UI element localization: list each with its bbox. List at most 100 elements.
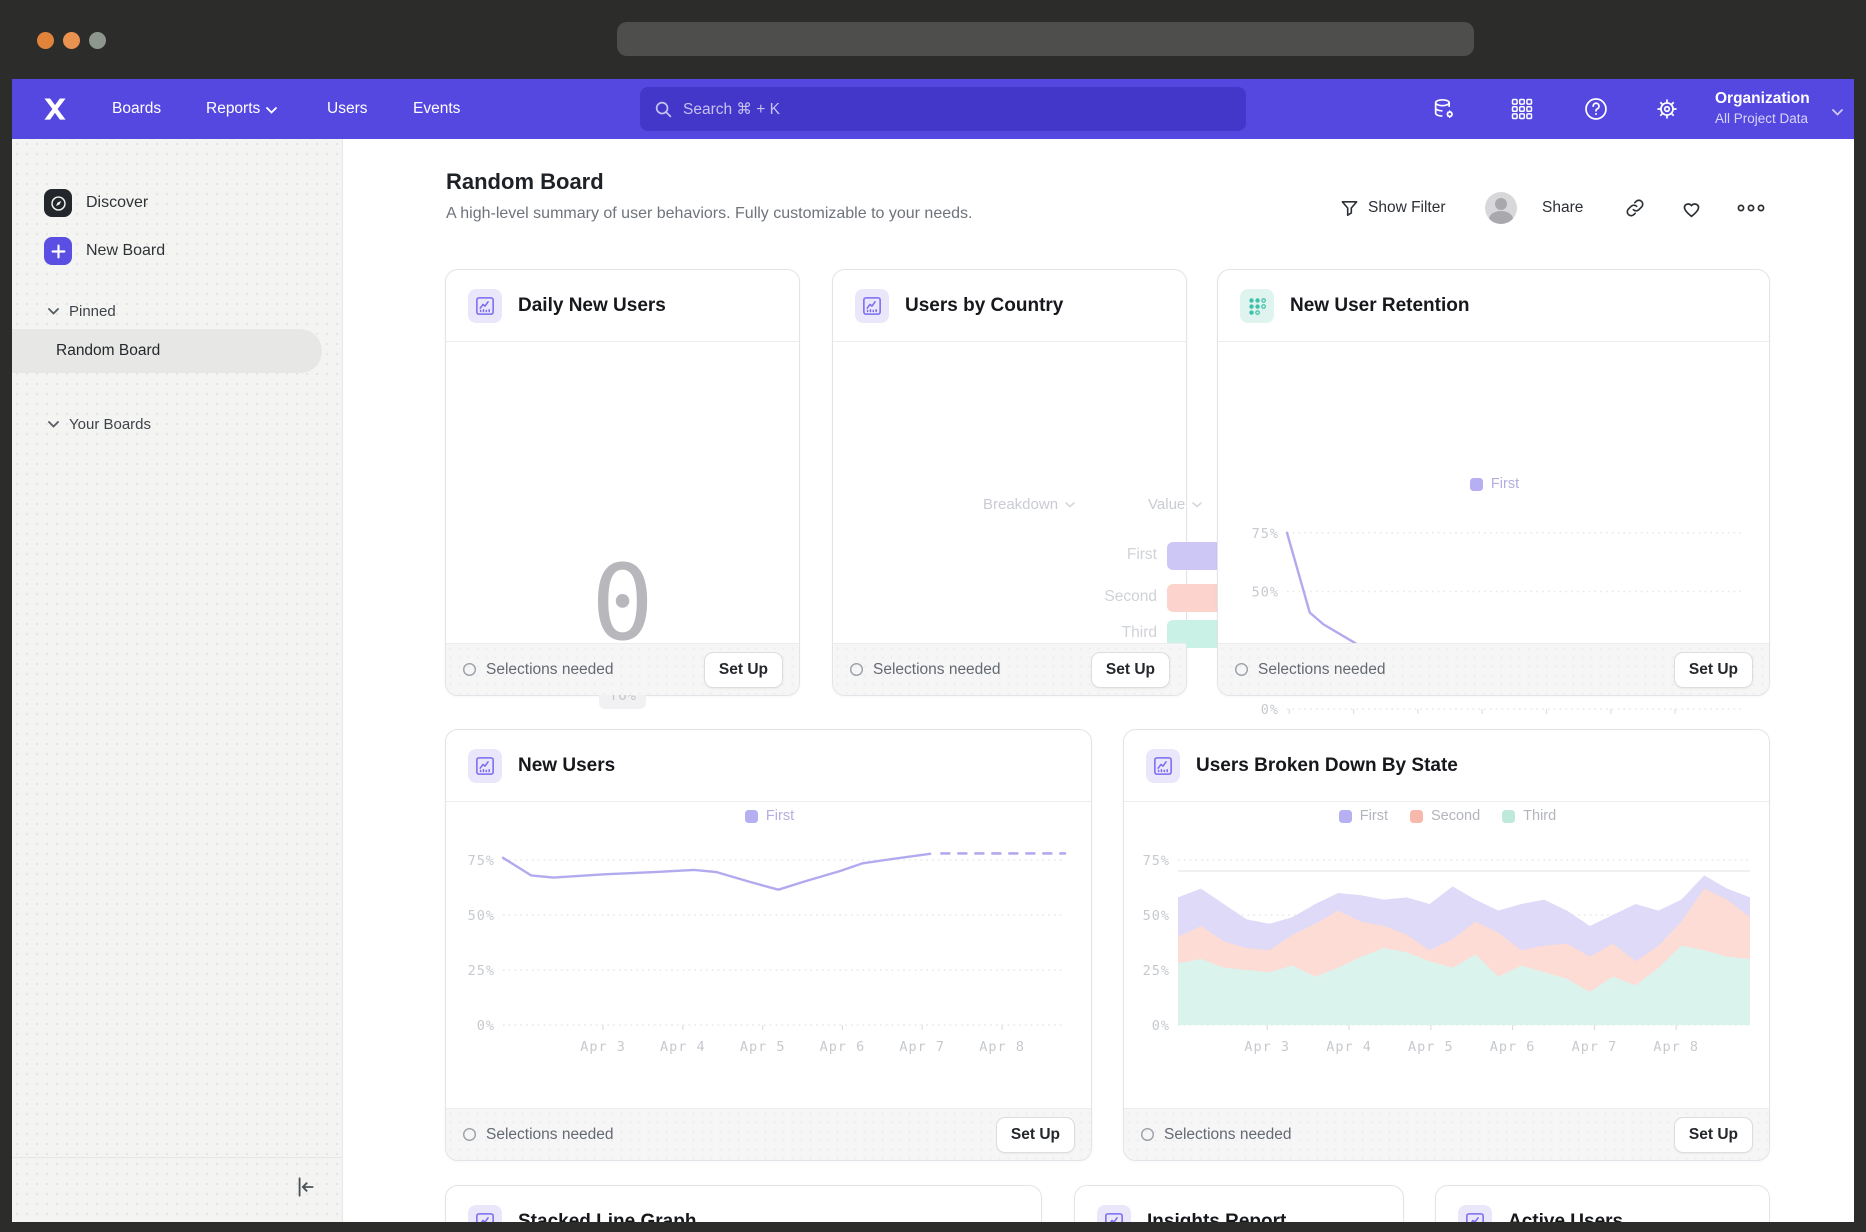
legend-item: Second — [1410, 808, 1480, 824]
card-title: New Users — [518, 755, 615, 777]
selections-needed-status: Selections needed — [849, 661, 1001, 679]
organization-project: All Project Data — [1715, 110, 1810, 128]
nav-item-events[interactable]: Events — [413, 79, 460, 139]
svg-text:25%: 25% — [1143, 963, 1170, 979]
share-button[interactable]: Share — [1542, 190, 1583, 226]
data-management-icon[interactable] — [1430, 95, 1458, 123]
apps-grid-icon[interactable] — [1508, 95, 1536, 123]
card-daily-new-users: Daily New Users 0 Total ↑0% Selections n… — [445, 269, 800, 696]
sidebar-collapse-icon[interactable] — [292, 1174, 318, 1200]
breakdown-dropdown[interactable]: Breakdown — [983, 496, 1075, 513]
organization-switcher[interactable]: Organization All Project Data — [1715, 88, 1810, 128]
selections-needed-status: Selections needed — [1140, 1126, 1292, 1144]
svg-text:Apr 8: Apr 8 — [1653, 1039, 1699, 1055]
insights-chart-icon — [468, 749, 502, 783]
selections-needed-status: Selections needed — [462, 661, 614, 679]
insights-chart-icon — [468, 289, 502, 323]
search-placeholder: Search ⌘ + K — [683, 100, 780, 119]
set-up-button[interactable]: Set Up — [1091, 652, 1170, 688]
nav-item-boards[interactable]: Boards — [112, 79, 161, 139]
svg-text:Apr 8: Apr 8 — [979, 1039, 1025, 1055]
organization-name: Organization — [1715, 88, 1810, 110]
window-minimize-button[interactable] — [63, 32, 80, 49]
sidebar-item-label: Discover — [86, 194, 148, 212]
selections-needed-status: Selections needed — [1234, 661, 1386, 679]
country-row-label: Third — [1087, 624, 1157, 642]
svg-text:75%: 75% — [468, 853, 495, 869]
card-title: Users by Country — [905, 295, 1063, 317]
chart-legend: FirstSecondThird — [1124, 808, 1771, 824]
card-title: Stacked Line Graph — [518, 1211, 696, 1222]
sidebar-section-your-boards[interactable]: Your Boards — [12, 407, 342, 441]
radio-circle-icon — [1234, 662, 1249, 677]
chevron-down-icon — [1832, 103, 1843, 121]
chevron-down-icon — [266, 107, 277, 114]
page-title: Random Board — [446, 169, 604, 195]
browser-address-bar[interactable] — [617, 22, 1474, 56]
search-icon — [654, 100, 673, 119]
plus-icon — [44, 237, 72, 265]
svg-text:50%: 50% — [1252, 585, 1279, 601]
mixpanel-logo-icon[interactable] — [42, 96, 68, 122]
sidebar-item-label: New Board — [86, 242, 165, 260]
window-close-button[interactable] — [37, 32, 54, 49]
svg-text:Apr 3: Apr 3 — [580, 1039, 626, 1055]
nav-item-reports[interactable]: Reports — [206, 79, 277, 139]
legend-color-chip — [1339, 810, 1352, 823]
nav-item-users[interactable]: Users — [327, 79, 367, 139]
filter-funnel-icon — [1340, 199, 1359, 218]
page-subtitle: A high-level summary of user behaviors. … — [446, 205, 972, 223]
window-traffic-lights[interactable] — [37, 32, 106, 49]
card-users-by-country: Users by Country Breakdown Value FirstSe… — [832, 269, 1187, 696]
set-up-button[interactable]: Set Up — [996, 1117, 1075, 1153]
avatar[interactable] — [1485, 190, 1517, 226]
country-row-label: Second — [1087, 588, 1157, 606]
svg-text:0%: 0% — [1261, 702, 1279, 718]
svg-text:75%: 75% — [1252, 526, 1279, 542]
chart-legend: First — [446, 808, 1093, 824]
svg-text:Apr 5: Apr 5 — [1408, 1039, 1454, 1055]
value-dropdown[interactable]: Value — [1148, 496, 1202, 513]
chart-legend: First — [1218, 476, 1771, 492]
insights-chart-icon — [468, 1205, 502, 1222]
legend-item: First — [745, 808, 794, 824]
svg-text:Apr 7: Apr 7 — [1572, 1039, 1618, 1055]
help-icon[interactable] — [1582, 95, 1610, 123]
svg-text:50%: 50% — [468, 908, 495, 924]
chevron-down-icon — [48, 308, 59, 315]
top-navigation-bar: Boards Reports Users Events Search ⌘ + K — [12, 79, 1854, 139]
favorite-heart-icon[interactable] — [1680, 190, 1703, 226]
legend-color-chip — [1502, 810, 1515, 823]
copy-link-icon[interactable] — [1624, 190, 1646, 226]
stacked-area-chart: 75%50%25%0%Apr 3Apr 4Apr 5Apr 6Apr 7Apr … — [1126, 839, 1766, 1066]
set-up-button[interactable]: Set Up — [1674, 652, 1753, 688]
radio-circle-icon — [462, 1127, 477, 1142]
chevron-down-icon — [1065, 502, 1075, 508]
more-options-icon[interactable] — [1736, 190, 1766, 226]
show-filter-button[interactable]: Show Filter — [1340, 190, 1446, 226]
sidebar-divider — [12, 1157, 342, 1158]
sidebar-item-discover[interactable]: Discover — [12, 181, 342, 225]
sidebar-item-random-board[interactable]: Random Board — [12, 329, 322, 373]
search-input[interactable]: Search ⌘ + K — [640, 87, 1246, 131]
svg-text:Apr 4: Apr 4 — [1326, 1039, 1372, 1055]
window-zoom-button[interactable] — [89, 32, 106, 49]
insights-chart-icon — [1146, 749, 1180, 783]
radio-circle-icon — [1140, 1127, 1155, 1142]
set-up-button[interactable]: Set Up — [1674, 1117, 1753, 1153]
settings-gear-icon[interactable] — [1653, 95, 1681, 123]
card-active-users: Active Users — [1435, 1185, 1770, 1222]
card-users-by-state: Users Broken Down By State FirstSecondTh… — [1123, 729, 1770, 1161]
svg-text:75%: 75% — [1143, 853, 1170, 869]
set-up-button[interactable]: Set Up — [704, 652, 783, 688]
legend-item: First — [1470, 476, 1519, 492]
sidebar-section-pinned[interactable]: Pinned — [12, 294, 342, 328]
legend-item: Third — [1502, 808, 1556, 824]
svg-text:Apr 3: Apr 3 — [1244, 1039, 1290, 1055]
card-title: New User Retention — [1290, 295, 1469, 317]
svg-text:Apr 7: Apr 7 — [899, 1039, 945, 1055]
radio-circle-icon — [849, 662, 864, 677]
retention-grid-icon — [1240, 289, 1274, 323]
insights-chart-icon — [1097, 1205, 1131, 1222]
sidebar-item-new-board[interactable]: New Board — [12, 229, 342, 273]
